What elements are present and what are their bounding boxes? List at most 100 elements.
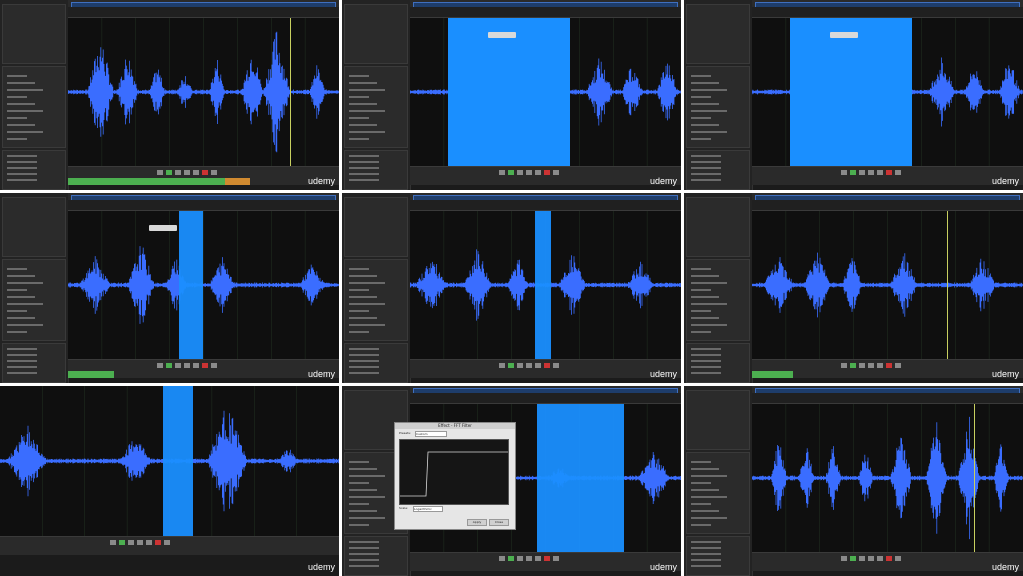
stop-button[interactable] (499, 170, 506, 175)
stop-button[interactable] (157, 363, 164, 368)
history-item[interactable] (349, 360, 379, 362)
rewind-button[interactable] (526, 556, 533, 561)
effect-slot[interactable] (349, 110, 385, 112)
history-item[interactable] (7, 179, 37, 181)
history-item[interactable] (349, 161, 379, 163)
effect-slot[interactable] (691, 289, 711, 291)
play-button[interactable] (850, 170, 857, 175)
overview-bar[interactable] (68, 193, 339, 201)
hud-gain-control[interactable] (829, 32, 858, 38)
history-item[interactable] (691, 372, 721, 374)
effect-slot[interactable] (691, 475, 727, 477)
stop-button[interactable] (841, 556, 848, 561)
effect-slot[interactable] (691, 282, 727, 284)
effect-slot[interactable] (691, 317, 719, 319)
history-item[interactable] (691, 179, 721, 181)
play-button[interactable] (508, 170, 515, 175)
hud-gain-control[interactable] (149, 225, 178, 231)
history-item[interactable] (7, 372, 37, 374)
rewind-button[interactable] (526, 363, 533, 368)
effect-slot[interactable] (7, 331, 27, 333)
stop-button[interactable] (841, 170, 848, 175)
history-item[interactable] (349, 366, 379, 368)
effect-slot[interactable] (691, 103, 719, 105)
effect-slot[interactable] (7, 289, 27, 291)
history-item[interactable] (7, 167, 37, 169)
fast-forward-button[interactable] (877, 556, 884, 561)
fast-forward-button[interactable] (535, 556, 542, 561)
play-button[interactable] (119, 540, 125, 545)
history-item[interactable] (691, 541, 721, 543)
loop-button[interactable] (553, 170, 560, 175)
effect-slot[interactable] (7, 296, 35, 298)
effect-slot[interactable] (691, 82, 719, 84)
effect-slot[interactable] (349, 496, 385, 498)
scale-dropdown[interactable]: Logarithmic (413, 506, 443, 512)
effect-slot[interactable] (349, 503, 369, 505)
effect-slot[interactable] (7, 96, 27, 98)
history-item[interactable] (349, 547, 379, 549)
effect-slot[interactable] (691, 468, 719, 470)
history-item[interactable] (7, 360, 37, 362)
record-button[interactable] (886, 556, 893, 561)
overview-bar[interactable] (68, 0, 339, 8)
play-button[interactable] (166, 363, 173, 368)
effect-slot[interactable] (691, 138, 711, 140)
rewind-button[interactable] (868, 170, 875, 175)
loop-button[interactable] (211, 363, 218, 368)
effect-slot[interactable] (7, 89, 43, 91)
record-button[interactable] (544, 556, 551, 561)
effect-slot[interactable] (691, 268, 711, 270)
loop-button[interactable] (895, 170, 902, 175)
history-item[interactable] (7, 161, 37, 163)
effect-slot[interactable] (691, 461, 711, 463)
pause-button[interactable] (859, 556, 866, 561)
waveform-display[interactable] (752, 211, 1023, 359)
effect-slot[interactable] (691, 110, 727, 112)
history-item[interactable] (691, 559, 721, 561)
history-item[interactable] (691, 348, 721, 350)
overview-bar[interactable] (410, 193, 681, 201)
effect-slot[interactable] (349, 96, 369, 98)
effect-slot[interactable] (691, 303, 727, 305)
effect-slot[interactable] (691, 482, 711, 484)
effect-slot[interactable] (349, 324, 385, 326)
time-selection[interactable] (162, 386, 194, 536)
history-item[interactable] (349, 565, 379, 567)
filter-curve-line[interactable] (400, 451, 508, 497)
effect-slot[interactable] (349, 296, 377, 298)
record-button[interactable] (202, 170, 209, 175)
close-button[interactable]: Close (489, 519, 509, 526)
fast-forward-button[interactable] (193, 170, 200, 175)
effect-slot[interactable] (349, 489, 377, 491)
record-button[interactable] (886, 170, 893, 175)
loop-button[interactable] (553, 556, 560, 561)
rewind-button[interactable] (868, 363, 875, 368)
waveform-display[interactable] (752, 404, 1023, 552)
effect-slot[interactable] (691, 296, 719, 298)
rewind-button[interactable] (526, 170, 533, 175)
effect-slot[interactable] (7, 103, 35, 105)
time-selection[interactable] (447, 18, 570, 166)
effect-slot[interactable] (7, 268, 27, 270)
loop-button[interactable] (553, 363, 560, 368)
history-item[interactable] (349, 541, 379, 543)
play-button[interactable] (508, 556, 515, 561)
effect-slot[interactable] (349, 124, 377, 126)
fast-forward-button[interactable] (877, 363, 884, 368)
effect-slot[interactable] (7, 75, 27, 77)
record-button[interactable] (886, 363, 893, 368)
overview-bar[interactable] (752, 386, 1023, 394)
pause-button[interactable] (517, 363, 524, 368)
overview-bar[interactable] (752, 0, 1023, 8)
effect-slot[interactable] (7, 324, 43, 326)
effect-slot[interactable] (691, 489, 719, 491)
fast-forward-button[interactable] (193, 363, 200, 368)
pause-button[interactable] (859, 170, 866, 175)
effect-slot[interactable] (349, 303, 385, 305)
history-item[interactable] (691, 167, 721, 169)
history-item[interactable] (7, 348, 37, 350)
history-item[interactable] (691, 173, 721, 175)
effect-slot[interactable] (7, 82, 35, 84)
effect-slot[interactable] (691, 89, 727, 91)
